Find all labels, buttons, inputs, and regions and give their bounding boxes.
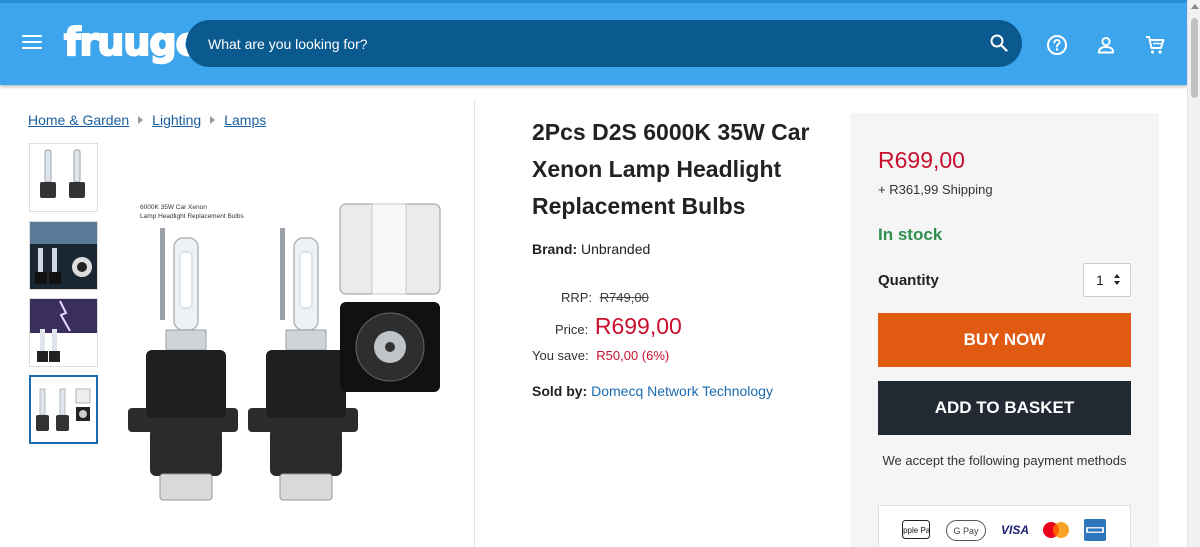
menu-icon[interactable] [22, 35, 42, 51]
image-caption-line-1: 6000K 35W Car Xenon [140, 204, 207, 211]
product-title: 2Pcs D2S 6000K 35W Car Xenon Lamp Headli… [532, 119, 810, 219]
savings-row: You save: R50,00 (6%) [532, 348, 669, 363]
search-icon[interactable] [990, 34, 1008, 52]
breadcrumb-lighting[interactable]: Lighting [152, 112, 201, 128]
scroll-up-arrow[interactable] [1191, 4, 1199, 9]
select-arrows-icon [1114, 274, 1122, 288]
search-bar [186, 20, 1022, 67]
bulb-detail-thumbnail-image [31, 377, 96, 442]
brand-label: Brand: [532, 241, 578, 257]
rrp-value: R749,00 [599, 290, 649, 305]
payment-methods-text: We accept the following payment methods [882, 453, 1127, 468]
search-input[interactable] [208, 20, 968, 67]
buy-now-button[interactable]: BUY NOW [878, 313, 1131, 367]
image-caption-line-2: Lamp Headlight Replacement Bulbs [140, 213, 244, 220]
bulb-night-scene-thumbnail-image [30, 222, 97, 289]
product-thumbnail-4-selected[interactable] [29, 375, 98, 444]
breadcrumb: Home & Garden Lighting Lamps [28, 112, 266, 128]
product-thumbnail-3[interactable] [29, 298, 98, 367]
brand-value: Unbranded [581, 241, 651, 257]
account-icon[interactable] [1095, 34, 1117, 56]
apple-pay-label: Apple Pay [902, 526, 930, 535]
savings-label: You save: [532, 348, 589, 363]
apple-pay-icon: Apple Pay [902, 520, 930, 539]
bulb-pair-thumbnail-image [30, 144, 97, 211]
quantity-value: 1 [1096, 272, 1104, 288]
quantity-select[interactable]: 1 [1083, 263, 1131, 297]
brand-row: Brand: Unbranded [532, 241, 650, 257]
stock-status: In stock [878, 225, 943, 244]
breadcrumb-separator-icon [210, 116, 216, 124]
payment-methods-box: Apple Pay G Pay VISA [878, 505, 1131, 547]
rrp-label: RRP: [561, 290, 593, 305]
buybox-price: R699,00 [878, 147, 965, 173]
breadcrumb-lamps[interactable]: Lamps [224, 112, 266, 128]
breadcrumb-separator-icon [138, 116, 144, 124]
bulb-lightning-thumbnail-image [30, 299, 97, 366]
quantity-label: Quantity [878, 272, 939, 289]
rrp-row: RRP: R749,00 [561, 290, 649, 305]
google-pay-label: G Pay [953, 526, 979, 536]
savings-value: R50,00 (6%) [596, 348, 670, 363]
price-value: R699,00 [594, 313, 682, 339]
seller-link[interactable]: Domecq Network Technology [591, 383, 773, 399]
add-to-basket-button[interactable]: ADD TO BASKET [878, 381, 1131, 435]
mastercard-icon [1043, 522, 1069, 538]
product-main-image[interactable]: 6000K 35W Car Xenon Lamp Headlight Repla… [118, 190, 453, 520]
column-divider [474, 100, 475, 547]
shipping-cost: + R361,99 Shipping [878, 182, 993, 197]
sold-by-label: Sold by: [532, 383, 588, 399]
product-thumbnail-1[interactable] [29, 143, 98, 212]
sold-by-row: Sold by: Domecq Network Technology [532, 383, 773, 399]
page-scrollbar[interactable] [1187, 0, 1200, 547]
google-pay-icon: G Pay [946, 520, 986, 541]
american-express-icon [1084, 519, 1106, 541]
help-icon[interactable] [1046, 34, 1068, 56]
fruugo-logo[interactable]: fruugo [63, 17, 203, 67]
breadcrumb-home-garden[interactable]: Home & Garden [28, 112, 129, 128]
scroll-thumb[interactable] [1191, 18, 1198, 98]
product-thumbnail-2[interactable] [29, 221, 98, 290]
site-header: fruugo [0, 0, 1187, 85]
visa-label: VISA [1001, 523, 1029, 537]
cart-icon[interactable] [1144, 34, 1166, 56]
price-row: Price: R699,00 [555, 313, 682, 340]
price-label: Price: [555, 322, 589, 337]
buy-box: R699,00 + R361,99 Shipping In stock Quan… [850, 113, 1159, 547]
visa-icon: VISA [1001, 523, 1029, 537]
